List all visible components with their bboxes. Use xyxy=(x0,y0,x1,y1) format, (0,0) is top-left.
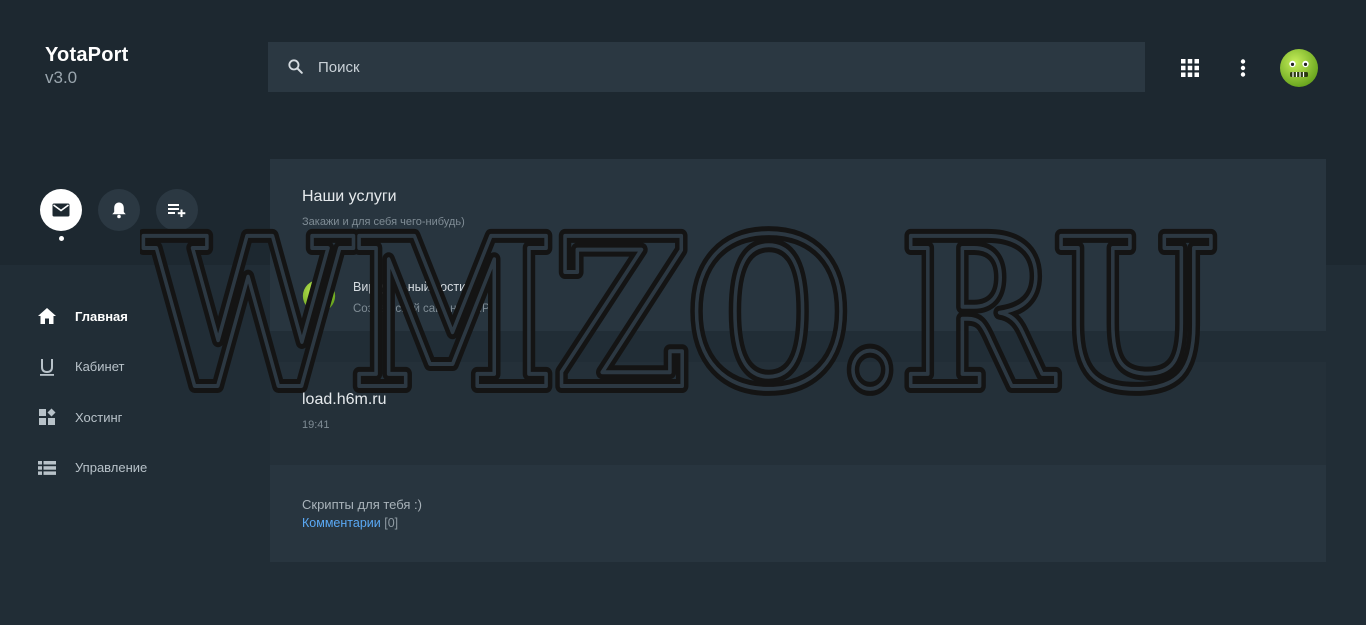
comments-row: Комментарии [0] xyxy=(302,516,398,530)
avatar[interactable] xyxy=(1279,48,1319,88)
comments-link[interactable]: Комментарии xyxy=(302,516,381,530)
service-text: Виртуальный хостинг Создай свой сайт на … xyxy=(353,280,490,315)
service-description: Создай свой сайт на PHP xyxy=(353,303,490,315)
comments-count: [0] xyxy=(384,516,399,530)
sidebar-item-home[interactable]: Главная xyxy=(37,291,147,342)
more-vert-icon[interactable] xyxy=(1231,56,1255,80)
notifications-button[interactable] xyxy=(98,189,140,231)
list-icon xyxy=(37,458,57,478)
post-title[interactable]: load.h6m.ru xyxy=(302,391,387,409)
post-time: 19:41 xyxy=(302,419,330,431)
search-bar[interactable] xyxy=(268,42,1145,92)
services-title: Наши услуги xyxy=(302,188,397,205)
user-u-icon xyxy=(37,357,57,377)
scripts-card: Скрипты для тебя :) Комментарии [0] xyxy=(270,465,1326,562)
sidebar-item-label: Кабинет xyxy=(75,359,125,375)
sidebar-item-hosting[interactable]: Хостинг xyxy=(37,392,147,443)
search-input[interactable] xyxy=(318,58,1118,76)
sidebar-item-label: Хостинг xyxy=(75,409,123,425)
bell-icon xyxy=(112,202,126,219)
search-icon[interactable] xyxy=(286,57,306,77)
sidebar-item-label: Главная xyxy=(75,308,128,324)
services-subtitle: Закажи и для себя чего-нибудь) xyxy=(302,216,465,228)
playlist-add-button[interactable] xyxy=(156,189,198,231)
green-face-avatar-icon xyxy=(1280,49,1318,87)
playlist-add-icon xyxy=(168,204,186,217)
sidebar-item-management[interactable]: Управление xyxy=(37,443,147,494)
service-item-virtual-hosting[interactable]: Виртуальный хостинг Создай свой сайт на … xyxy=(302,279,490,315)
apps-grid-icon[interactable] xyxy=(1178,56,1202,80)
sidebar-item-cabinet[interactable]: Кабинет xyxy=(37,342,147,393)
widgets-icon xyxy=(37,407,57,427)
page: YotaPort v3.0 Поиск Главная Кабинет Хост… xyxy=(0,0,1366,625)
sidebar-nav: Главная Кабинет Хостинг Управление xyxy=(37,291,147,493)
post-card[interactable]: load.h6m.ru 19:41 xyxy=(270,362,1326,465)
brand-name: YotaPort xyxy=(45,44,129,66)
green-face-avatar-icon xyxy=(302,279,336,313)
active-indicator-dot xyxy=(59,236,64,241)
sidebar-item-label: Управление xyxy=(75,460,148,476)
home-icon xyxy=(37,306,57,326)
mail-button[interactable] xyxy=(40,189,82,231)
scripts-text: Скрипты для тебя :) xyxy=(302,497,422,512)
service-title: Виртуальный хостинг xyxy=(353,280,478,294)
mail-icon xyxy=(52,203,70,217)
brand-version: v3.0 xyxy=(45,68,78,87)
services-card: Наши услуги Закажи и для себя чего-нибуд… xyxy=(270,159,1326,331)
brand[interactable]: YotaPort v3.0 xyxy=(45,44,128,88)
